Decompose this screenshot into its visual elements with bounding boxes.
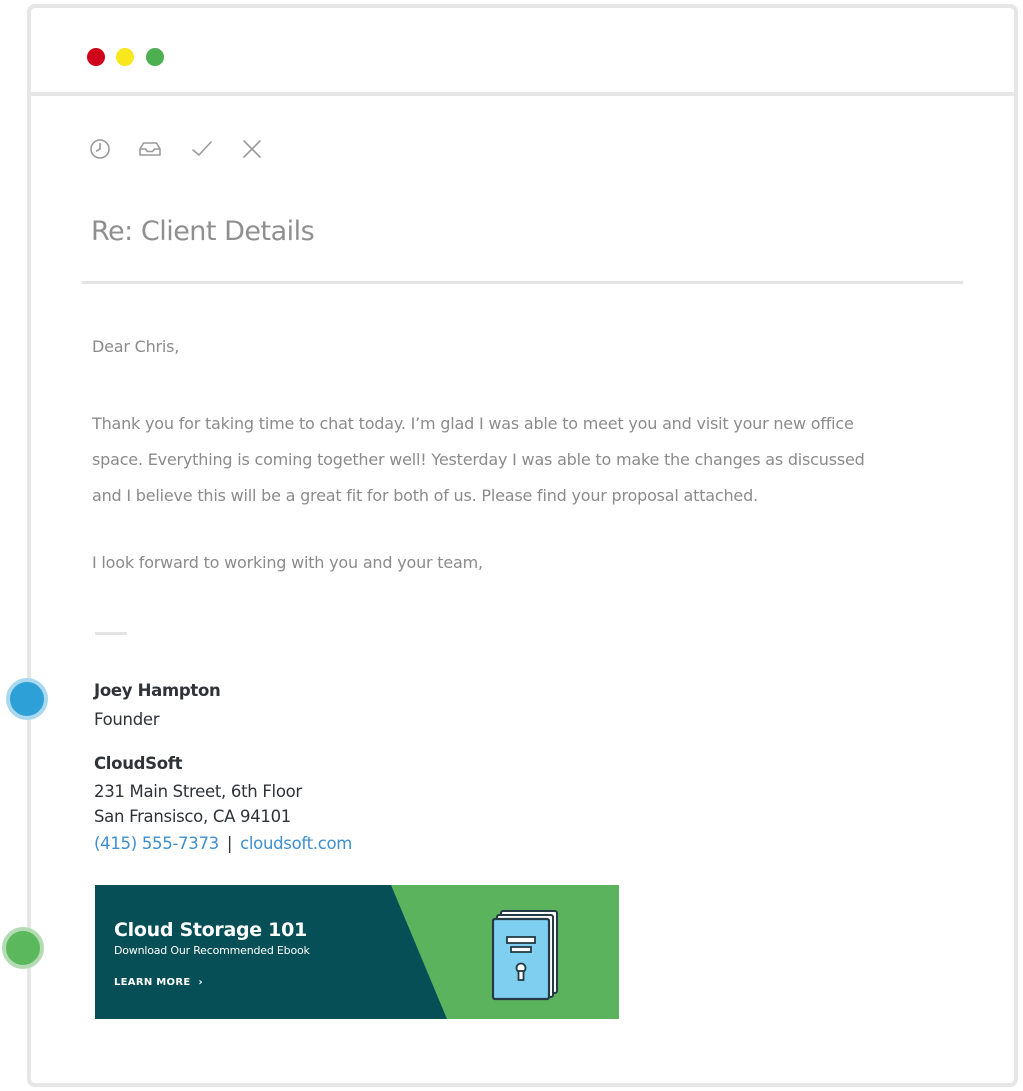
signature-contact: (415) 555-7373 | cloudsoft.com <box>94 834 352 853</box>
ebook-icon <box>491 910 558 1001</box>
blue-marker-dot <box>6 678 48 720</box>
inbox-icon[interactable] <box>137 136 163 162</box>
check-icon[interactable] <box>189 136 215 162</box>
subject-divider <box>82 281 963 284</box>
clock-icon[interactable] <box>87 136 113 162</box>
learn-more-link[interactable]: LEARN MORE › <box>114 977 203 988</box>
email-paragraph: Thank you for taking time to chat today.… <box>92 406 932 514</box>
learn-more-label: LEARN MORE <box>114 977 191 988</box>
paragraph-line: Thank you for taking time to chat today.… <box>92 414 854 433</box>
close-window-button[interactable] <box>87 48 105 66</box>
signature-address-line2: San Fransisco, CA 94101 <box>94 807 292 826</box>
email-closing: I look forward to working with you and y… <box>92 553 483 572</box>
title-bar <box>31 8 1014 96</box>
signature-title: Founder <box>94 710 160 729</box>
signature-name: Joey Hampton <box>94 681 221 700</box>
paragraph-line: space. Everything is coming together wel… <box>92 450 865 469</box>
email-greeting: Dear Chris, <box>92 337 180 356</box>
chevron-right-icon: › <box>198 977 203 988</box>
banner-title: Cloud Storage 101 <box>114 919 307 941</box>
phone-link[interactable]: (415) 555-7373 <box>94 834 219 853</box>
paragraph-line: and I believe this will be a great fit f… <box>92 486 758 505</box>
contact-separator: | <box>226 834 233 853</box>
banner-subtitle: Download Our Recommended Ebook <box>114 944 310 957</box>
close-icon[interactable] <box>239 136 265 162</box>
website-link[interactable]: cloudsoft.com <box>240 834 352 853</box>
signature-address-line1: 231 Main Street, 6th Floor <box>94 782 302 801</box>
signature-company: CloudSoft <box>94 754 183 773</box>
maximize-window-button[interactable] <box>146 48 164 66</box>
green-marker-dot <box>2 927 44 969</box>
minimize-window-button[interactable] <box>116 48 134 66</box>
ebook-banner[interactable]: Cloud Storage 101 Download Our Recommend… <box>95 885 619 1019</box>
signature-divider <box>95 632 127 635</box>
email-subject: Re: Client Details <box>91 216 315 247</box>
email-window: Re: Client Details Dear Chris, Thank you… <box>27 4 1018 1087</box>
